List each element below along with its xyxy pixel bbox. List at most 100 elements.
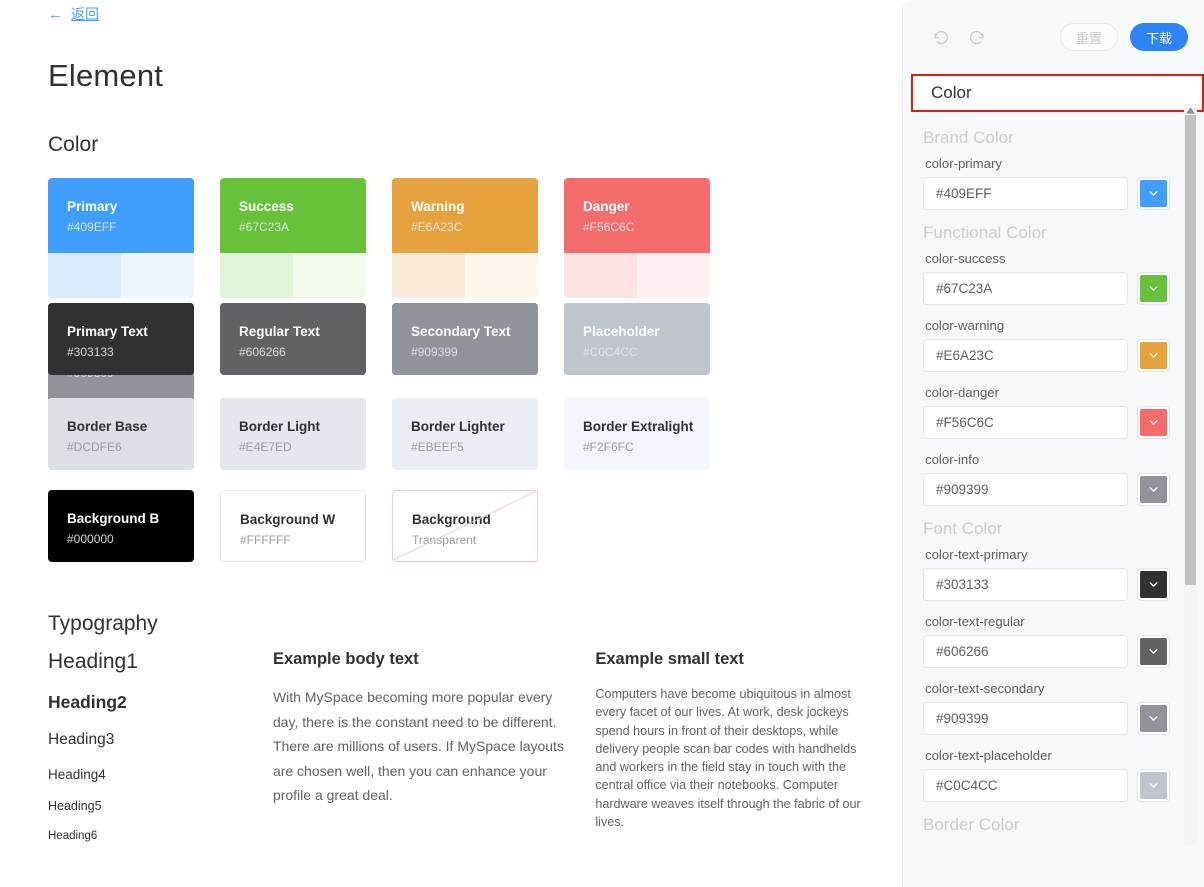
swatch-name: Primary Text (67, 324, 148, 339)
color-picker-button[interactable] (1137, 272, 1170, 305)
swatch-tint-1 (48, 253, 121, 298)
swatch-hex: #DCDFE6 (67, 440, 122, 455)
swatch-body: Border Light #E4E7ED (220, 398, 366, 470)
body-sample-text: With MySpace becoming more popular every… (272, 689, 564, 803)
back-navigation[interactable]: ← 返回 (48, 4, 99, 24)
swatch-tints (48, 253, 194, 298)
swatch-hex: #F56C6C (583, 220, 635, 235)
swatch-name: Success (239, 199, 294, 214)
color-value-input[interactable] (923, 177, 1128, 210)
color-picker-button[interactable] (1137, 177, 1170, 210)
color-swatch: Border Base #DCDFE6 (48, 398, 194, 470)
swatch-tint-2 (465, 253, 538, 298)
field-label: color-warning (925, 318, 1005, 333)
color-accordion-header[interactable]: Color (911, 74, 1204, 112)
swatch-hex: #409EFF (67, 220, 117, 235)
small-sample-title: Example small text (595, 650, 744, 668)
color-picker-button[interactable] (1137, 769, 1170, 802)
color-picker-button[interactable] (1137, 702, 1170, 735)
color-picker-button[interactable] (1137, 635, 1170, 668)
border-color-swatches: Border Base #DCDFE6 Border Light #E4E7ED Bor… (48, 398, 848, 470)
field-group-title: Border Color (923, 815, 1020, 834)
color-chip (1140, 409, 1167, 436)
color-section-heading: Color (48, 133, 99, 156)
heading-sample-6: Heading6 (48, 830, 98, 842)
swatch-hex: #EBEEF5 (411, 440, 464, 455)
swatch-hex: #FFFFFF (240, 533, 291, 548)
color-value-input[interactable] (923, 339, 1128, 372)
chevron-down-icon (1149, 286, 1158, 291)
color-swatch: Background Transparent (392, 490, 538, 562)
swatch-tints (392, 253, 538, 298)
swatch-tint-1 (564, 253, 637, 298)
swatch-name: Background (412, 512, 491, 527)
swatch-body: Border Extralight #F2F6FC (564, 398, 710, 470)
color-swatch: Border Extralight #F2F6FC (564, 398, 710, 470)
swatch-name: Warning (411, 199, 465, 214)
text-color-swatches: Primary Text #303133 Regular Text #606266 Se… (48, 303, 848, 375)
color-swatch: Primary Text #303133 (48, 303, 194, 375)
color-field-row (923, 635, 1170, 668)
swatch-body: Primary #409EFF (48, 178, 194, 253)
download-button[interactable]: 下载 (1130, 23, 1188, 51)
swatch-name: Regular Text (239, 324, 320, 339)
heading-sample-4: Heading4 (48, 767, 106, 782)
field-group-title: Font Color (923, 519, 1003, 538)
color-picker-button[interactable] (1137, 406, 1170, 439)
chevron-down-icon (1149, 582, 1158, 587)
heading-sample-2: Heading2 (48, 692, 127, 712)
swatch-name: Border Light (239, 419, 320, 434)
color-field-row (923, 406, 1170, 439)
panel-scrollbar[interactable] (1184, 104, 1197, 845)
field-label: color-primary (925, 156, 1002, 171)
reset-button[interactable]: 重置 (1060, 23, 1118, 51)
swatch-body: Background Transparent (393, 491, 537, 561)
swatch-tint-2 (121, 253, 194, 298)
swatch-body: Border Lighter #EBEEF5 (392, 398, 538, 470)
color-value-input[interactable] (923, 406, 1128, 439)
heading-samples: Heading1 Heading2 Heading3 Heading4 Heading5… (48, 650, 243, 842)
body-sample-title: Example body text (272, 650, 419, 668)
color-value-input[interactable] (923, 635, 1128, 668)
swatch-name: Border Base (67, 419, 148, 434)
heading-sample-3: Heading3 (48, 731, 115, 748)
color-value-input[interactable] (923, 568, 1128, 601)
scrollbar-thumb[interactable] (1185, 115, 1196, 585)
swatch-name: Border Extralight (583, 419, 694, 434)
field-label: color-danger (925, 385, 1000, 400)
swatch-hex: #67C23A (239, 220, 290, 235)
color-picker-button[interactable] (1137, 473, 1170, 506)
color-swatch: Border Lighter #EBEEF5 (392, 398, 538, 470)
color-swatch: Warning #E6A23C (392, 178, 538, 298)
panel-toolbar: 重置 下载 (903, 0, 1204, 74)
swatch-hex: #E4E7ED (239, 440, 292, 455)
field-group-title: Brand Color (923, 128, 1014, 147)
panel-scroll-area: Brand Color color-primary Functional Color… (903, 112, 1204, 882)
swatch-name: Primary (67, 199, 118, 214)
swatch-body: Regular Text #606266 (220, 303, 366, 375)
color-accordion-title: Color (931, 83, 972, 102)
back-link-label[interactable]: 返回 (71, 4, 99, 24)
theme-config-panel: 重置 下载 Color Brand Color color-primary Func… (902, 0, 1204, 887)
swatch-hex: #E6A23C (411, 220, 463, 235)
color-value-input[interactable] (923, 769, 1128, 802)
color-picker-button[interactable] (1137, 568, 1170, 601)
color-field-row (923, 769, 1170, 802)
field-label: color-text-regular (925, 614, 1025, 629)
color-chip (1140, 476, 1167, 503)
color-chip (1140, 638, 1167, 665)
field-label: color-text-placeholder (925, 748, 1052, 763)
chevron-down-icon (1149, 191, 1158, 196)
undo-icon[interactable] (929, 25, 953, 49)
swatch-body: Danger #F56C6C (564, 178, 710, 253)
color-value-input[interactable] (923, 702, 1128, 735)
small-text-sample: Example small text Computers have become… (595, 650, 878, 842)
swatch-hex: #C0C4CC (583, 345, 638, 360)
redo-icon[interactable] (965, 25, 989, 49)
swatch-hex: #303133 (67, 345, 114, 360)
color-picker-button[interactable] (1137, 339, 1170, 372)
swatch-body: Success #67C23A (220, 178, 366, 253)
color-value-input[interactable] (923, 473, 1128, 506)
color-value-input[interactable] (923, 272, 1128, 305)
swatch-tints (564, 253, 710, 298)
